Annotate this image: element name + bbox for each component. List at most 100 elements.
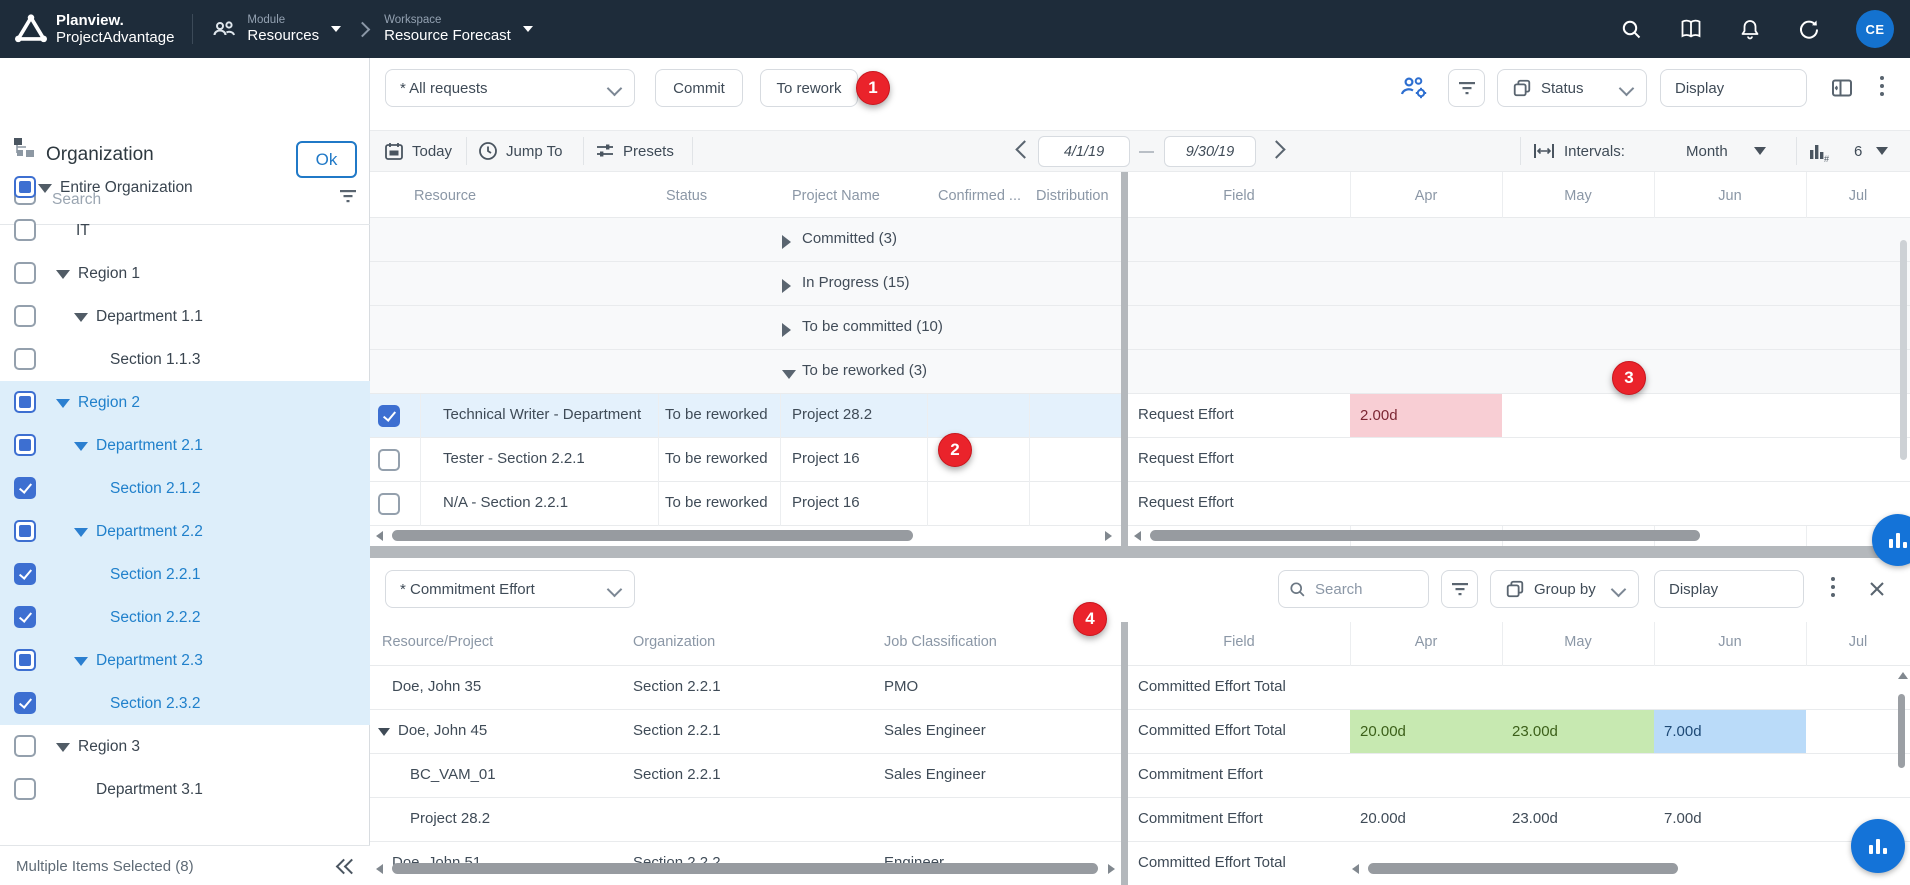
tree-item-department-3-1[interactable]: Department 3.1: [0, 768, 370, 811]
effort-row-na[interactable]: Request Effort: [1128, 482, 1910, 526]
user-avatar[interactable]: CE: [1856, 10, 1894, 48]
tree-checkbox-indeterminate[interactable]: [14, 176, 36, 198]
global-search-button[interactable]: [1620, 18, 1643, 41]
tree-checkbox-empty[interactable]: [14, 348, 36, 370]
refresh-button[interactable]: [1797, 18, 1820, 41]
presets-button[interactable]: Presets: [595, 131, 674, 171]
tree-item-department-2-3[interactable]: Department 2.3: [0, 639, 370, 682]
collapse-sidebar-icon[interactable]: [338, 858, 356, 874]
horizontal-scrollbar-thumb[interactable]: [392, 530, 913, 541]
column-header-may[interactable]: May: [1502, 188, 1654, 204]
next-period-icon[interactable]: [1267, 140, 1285, 158]
effort-row-tester[interactable]: Request Effort: [1128, 438, 1910, 482]
commitment-row-bc-vam-01[interactable]: BC_VAM_01 Section 2.2.1 Sales Engineer: [370, 754, 1121, 798]
more-options-icon[interactable]: [1880, 76, 1884, 100]
column-header-jul[interactable]: Jul: [1806, 634, 1910, 650]
tree-checkbox-checked[interactable]: [14, 692, 36, 714]
column-header-apr[interactable]: Apr: [1350, 188, 1502, 204]
start-date-input[interactable]: [1038, 136, 1130, 167]
tree-item-section-2-3-2[interactable]: Section 2.3.2: [0, 682, 370, 725]
tree-item-region-1[interactable]: Region 1: [0, 252, 370, 295]
group-row-to-be-reworked[interactable]: To be reworked (3): [370, 350, 1910, 394]
request-row-tester[interactable]: Tester - Section 2.2.1 To be reworked Pr…: [370, 438, 1121, 482]
scroll-left-icon[interactable]: [1134, 531, 1141, 541]
chart-view-button-upper[interactable]: [1872, 514, 1910, 566]
tree-checkbox-empty[interactable]: [14, 735, 36, 757]
effort-row-bc-vam-01[interactable]: Commitment Effort: [1128, 754, 1910, 798]
collapsed-arrow-icon[interactable]: [782, 279, 791, 293]
scroll-left-icon[interactable]: [376, 864, 383, 874]
column-header-may[interactable]: May: [1502, 634, 1654, 650]
horizontal-scrollbar-thumb[interactable]: [1150, 530, 1700, 541]
tree-item-department-2-1[interactable]: Department 2.1: [0, 424, 370, 467]
group-by-dropdown[interactable]: Group by: [1490, 570, 1639, 608]
tree-checkbox-empty[interactable]: [14, 778, 36, 800]
grid-splitter-vertical-upper[interactable]: [1121, 172, 1128, 546]
effort-total-row-doe-john-35[interactable]: Committed Effort Total: [1128, 666, 1910, 710]
scroll-right-icon[interactable]: [1108, 864, 1115, 874]
expand-arrow-icon[interactable]: [74, 442, 88, 451]
row-checkbox-empty[interactable]: [378, 493, 400, 515]
panel-toggle-icon[interactable]: [1831, 78, 1853, 103]
module-switcher[interactable]: Module Resources: [247, 14, 341, 44]
tree-item-section-2-1-2[interactable]: Section 2.1.2: [0, 467, 370, 510]
collapsed-arrow-icon[interactable]: [782, 323, 791, 337]
tree-item-region-3[interactable]: Region 3: [0, 725, 370, 768]
vertical-scrollbar-thumb[interactable]: [1900, 240, 1907, 460]
column-header-jun[interactable]: Jun: [1654, 634, 1806, 650]
bottom-search-box[interactable]: [1278, 570, 1429, 608]
cell-jun-committed-total[interactable]: 7.00d: [1654, 710, 1806, 753]
tree-item-section-1-1-3[interactable]: Section 1.1.3: [0, 338, 370, 381]
notifications-button[interactable]: [1739, 18, 1761, 41]
column-header-field[interactable]: Field: [1128, 634, 1350, 650]
tree-checkbox-indeterminate[interactable]: [14, 520, 36, 542]
tree-checkbox-checked[interactable]: [14, 606, 36, 628]
status-group-dropdown[interactable]: Status: [1497, 69, 1647, 107]
request-row-na[interactable]: N/A - Section 2.2.1 To be reworked Proje…: [370, 482, 1121, 526]
cell-may-committed-total[interactable]: 23.00d: [1502, 710, 1654, 753]
workspace-switcher[interactable]: Workspace Resource Forecast: [384, 14, 533, 44]
column-header-apr[interactable]: Apr: [1350, 634, 1502, 650]
column-header-resource-project[interactable]: Resource/Project: [382, 634, 493, 650]
tree-item-region-2[interactable]: Region 2: [0, 381, 370, 424]
request-row-technical-writer[interactable]: Technical Writer - Department To be rewo…: [370, 394, 1121, 438]
expand-arrow-icon[interactable]: [56, 270, 70, 279]
tree-item-department-1-1[interactable]: Department 1.1: [0, 295, 370, 338]
tree-checkbox-empty[interactable]: [14, 219, 36, 241]
vertical-scrollbar-thumb[interactable]: [1898, 694, 1905, 768]
column-header-project-name[interactable]: Project Name: [792, 188, 880, 204]
cell-jun-commitment[interactable]: 7.00d: [1664, 810, 1702, 827]
documentation-button[interactable]: [1679, 18, 1703, 40]
close-panel-icon[interactable]: [1868, 580, 1886, 603]
tree-item-entire-organization[interactable]: Entire Organization: [0, 166, 370, 209]
expanded-arrow-icon[interactable]: [378, 728, 390, 736]
resource-settings-icon[interactable]: [1398, 73, 1430, 108]
bottom-search-input[interactable]: [1313, 580, 1418, 599]
collapsed-arrow-icon[interactable]: [782, 235, 791, 249]
effort-row-technical-writer[interactable]: Request Effort 2.00d: [1128, 394, 1910, 438]
jump-to-button[interactable]: Jump To: [478, 131, 562, 171]
tree-item-section-2-2-2[interactable]: Section 2.2.2: [0, 596, 370, 639]
column-header-confirmed[interactable]: Confirmed ...: [938, 188, 1021, 204]
cell-apr-commitment[interactable]: 20.00d: [1360, 810, 1406, 827]
row-checkbox-checked[interactable]: [378, 405, 400, 427]
tree-checkbox-indeterminate[interactable]: [14, 391, 36, 413]
expand-arrow-icon[interactable]: [74, 313, 88, 322]
tree-checkbox-indeterminate[interactable]: [14, 649, 36, 671]
bottom-display-button[interactable]: Display: [1654, 570, 1804, 608]
column-header-job-classification[interactable]: Job Classification: [884, 634, 997, 650]
column-header-status[interactable]: Status: [666, 188, 707, 204]
grid-splitter-vertical-lower[interactable]: [1121, 622, 1128, 885]
tree-checkbox-indeterminate[interactable]: [14, 434, 36, 456]
horizontal-scrollbar-thumb[interactable]: [1368, 863, 1678, 874]
tree-item-it[interactable]: IT: [0, 209, 370, 252]
effort-total-row-doe-john-45[interactable]: Committed Effort Total 20.00d 23.00d 7.0…: [1128, 710, 1910, 754]
cell-apr-committed-total[interactable]: 20.00d: [1350, 710, 1502, 753]
request-filter-dropdown[interactable]: * All requests: [385, 69, 635, 107]
effort-row-project-28-2[interactable]: Commitment Effort 20.00d 23.00d 7.00d: [1128, 798, 1910, 842]
display-button[interactable]: Display: [1660, 69, 1807, 107]
expanded-arrow-icon[interactable]: [782, 370, 796, 379]
chart-view-button-lower[interactable]: [1851, 819, 1905, 873]
effort-type-dropdown[interactable]: * Commitment Effort: [385, 570, 635, 608]
previous-period-icon[interactable]: [1015, 140, 1033, 158]
